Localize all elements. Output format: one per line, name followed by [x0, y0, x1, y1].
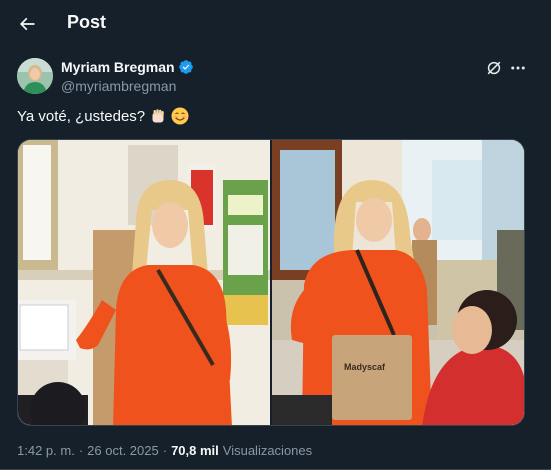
- avatar[interactable]: [17, 58, 53, 94]
- separator: ·: [162, 443, 168, 458]
- tweet-text: Ya voté, ¿ustedes?: [17, 107, 189, 125]
- back-button[interactable]: [14, 11, 40, 37]
- arrow-left-icon: [19, 17, 35, 31]
- more-horizontal-icon: [511, 66, 525, 70]
- smiling-face-emoji-icon: [171, 107, 189, 125]
- views-count: 70,8 mil: [171, 443, 219, 458]
- author-handle[interactable]: @myriambregman: [61, 78, 176, 94]
- author-name-text[interactable]: Myriam Bregman: [61, 59, 175, 75]
- bag-label: Madyscaf: [344, 362, 386, 372]
- post-metadata: 1:42 p. m. · 26 oct. 2025 · 70,8 mil Vis…: [17, 443, 312, 458]
- post-date[interactable]: 26 oct. 2025: [87, 443, 159, 458]
- photo-2[interactable]: Madyscaf: [272, 140, 524, 425]
- photo-1[interactable]: [18, 140, 270, 425]
- author-name[interactable]: Myriam Bregman: [61, 59, 194, 75]
- more-options-button[interactable]: [507, 58, 529, 78]
- grok-button[interactable]: [484, 58, 504, 78]
- post-time[interactable]: 1:42 p. m.: [17, 443, 75, 458]
- header-bar: Post: [0, 0, 551, 48]
- separator: ·: [78, 443, 84, 458]
- page-title: Post: [67, 12, 107, 32]
- tweet-text-content: Ya voté, ¿ustedes?: [17, 107, 146, 125]
- raised-fist-emoji-icon: [149, 107, 167, 125]
- grok-icon: [487, 61, 501, 75]
- media-grid: Madyscaf: [17, 139, 525, 426]
- verified-badge-icon[interactable]: [178, 59, 194, 75]
- views-label: Visualizaciones: [222, 443, 313, 458]
